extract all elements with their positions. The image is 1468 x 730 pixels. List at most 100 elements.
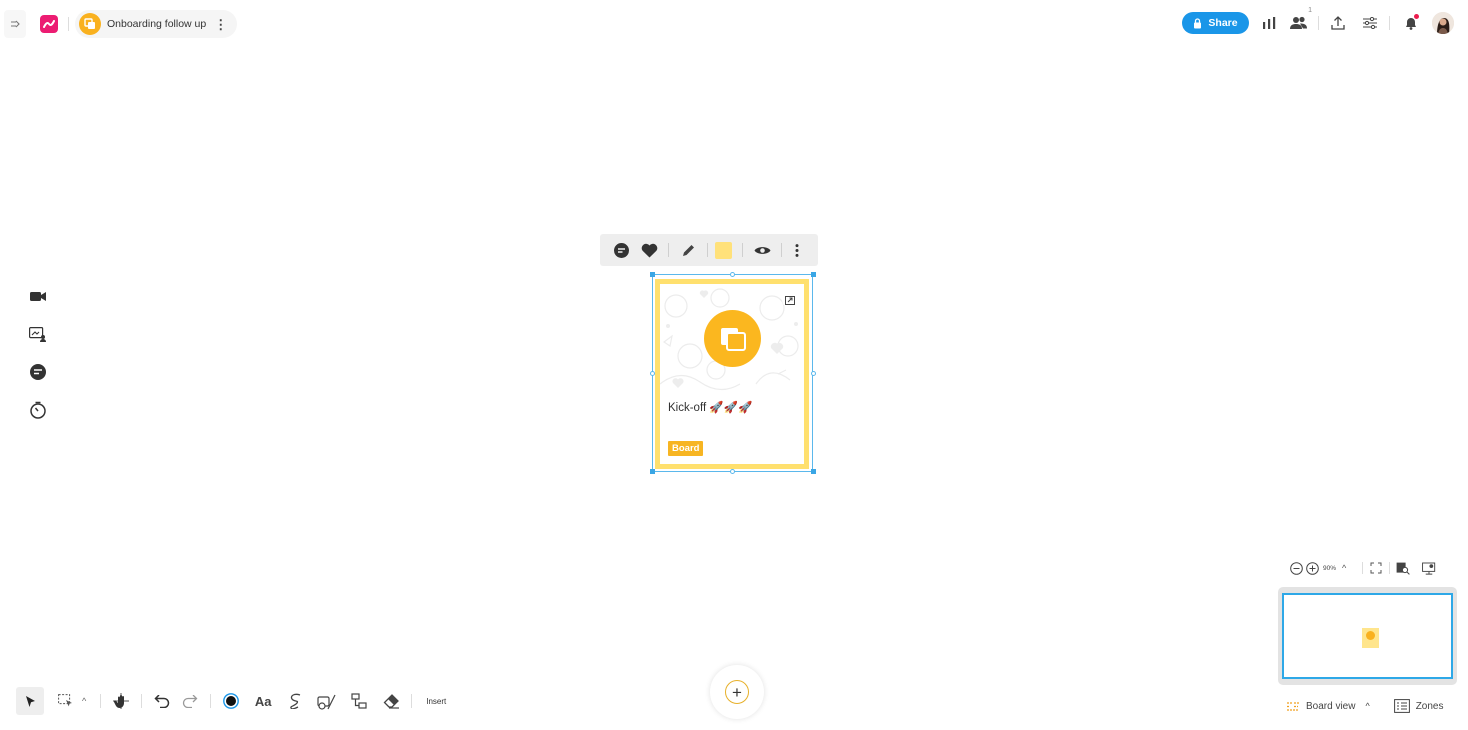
connector-tool[interactable] bbox=[345, 687, 373, 715]
export-icon[interactable] bbox=[1329, 13, 1347, 33]
redo-icon bbox=[183, 694, 198, 708]
divider bbox=[1389, 562, 1391, 574]
zoom-level[interactable]: 90% bbox=[1323, 565, 1336, 572]
divider bbox=[1318, 16, 1319, 30]
board-view-caret[interactable]: ^ bbox=[1365, 701, 1369, 711]
undo-icon bbox=[154, 694, 170, 708]
board-more-icon[interactable]: ⋮ bbox=[214, 18, 227, 31]
insert-button[interactable]: Insert bbox=[426, 697, 446, 706]
divider bbox=[210, 694, 212, 708]
heart-icon[interactable] bbox=[640, 241, 658, 259]
resize-handle[interactable] bbox=[811, 272, 816, 277]
select-options-caret[interactable]: ^ bbox=[82, 696, 86, 706]
minimap-viewport[interactable] bbox=[1282, 593, 1453, 679]
divider bbox=[411, 694, 413, 708]
bottom-toolbar: ^ Aa Insert bbox=[16, 687, 446, 715]
resize-handle[interactable] bbox=[730, 272, 735, 277]
divider bbox=[668, 243, 669, 257]
board-view-button[interactable]: Board view bbox=[1306, 701, 1355, 712]
settings-sliders-icon[interactable] bbox=[1361, 13, 1379, 33]
undo-button[interactable] bbox=[148, 687, 176, 715]
share-label: Share bbox=[1208, 17, 1238, 29]
redo-button[interactable] bbox=[176, 687, 204, 715]
connector-icon bbox=[351, 693, 367, 709]
avatar[interactable] bbox=[1432, 12, 1454, 34]
minimap-card-icon bbox=[1366, 631, 1375, 640]
resize-handle[interactable] bbox=[811, 371, 816, 376]
notification-dot bbox=[1414, 14, 1419, 19]
analytics-icon[interactable] bbox=[1260, 13, 1278, 33]
pointer-icon bbox=[25, 695, 35, 707]
board-card[interactable]: Kick-off 🚀🚀🚀 Board bbox=[655, 279, 809, 469]
video-call-icon[interactable] bbox=[28, 287, 48, 305]
divider bbox=[742, 243, 743, 257]
screen-share-icon[interactable] bbox=[28, 325, 48, 343]
divider bbox=[707, 243, 708, 257]
text-tool-label: Aa bbox=[254, 693, 272, 709]
color-swatch-fill bbox=[714, 241, 732, 259]
marquee-select-tool[interactable] bbox=[52, 687, 80, 715]
divider bbox=[68, 17, 69, 31]
zoom-out-icon[interactable] bbox=[1289, 561, 1303, 575]
top-right-bar: Share 1 bbox=[1182, 7, 1454, 35]
find-icon[interactable] bbox=[1396, 561, 1411, 575]
board-type-icon bbox=[704, 310, 761, 367]
chat-icon[interactable] bbox=[28, 363, 48, 381]
board-view-icon bbox=[1287, 701, 1299, 711]
app-logo-icon[interactable] bbox=[40, 15, 58, 33]
eraser-icon bbox=[383, 693, 399, 709]
fit-to-screen-icon[interactable] bbox=[1369, 561, 1383, 575]
zones-icon bbox=[1393, 699, 1410, 713]
color-picker-tool[interactable] bbox=[217, 687, 245, 715]
eye-icon[interactable] bbox=[753, 241, 771, 259]
select-tool[interactable] bbox=[16, 687, 44, 715]
minimap[interactable] bbox=[1278, 587, 1457, 685]
divider bbox=[141, 694, 143, 708]
presentation-icon[interactable] bbox=[1422, 561, 1436, 575]
divider bbox=[1362, 562, 1364, 574]
zones-button[interactable]: Zones bbox=[1416, 701, 1444, 712]
lock-icon bbox=[1194, 17, 1202, 28]
card-title: Kick-off 🚀🚀🚀 bbox=[668, 402, 753, 414]
shapes-tool[interactable] bbox=[313, 687, 341, 715]
collaborators-icon[interactable]: 1 bbox=[1290, 7, 1312, 33]
zoom-controls: 90% ^ bbox=[1289, 560, 1436, 576]
pen-scribble-icon bbox=[290, 693, 301, 709]
resize-handle[interactable] bbox=[650, 272, 655, 277]
comment-icon[interactable] bbox=[612, 241, 630, 259]
notifications-bell-icon[interactable] bbox=[1402, 13, 1420, 33]
collaborators-count: 1 bbox=[1308, 7, 1312, 14]
plus-icon: + bbox=[725, 680, 749, 704]
pencil-icon[interactable] bbox=[679, 241, 697, 259]
board-icon bbox=[79, 13, 101, 35]
color-swatch[interactable] bbox=[714, 241, 732, 259]
expand-icon[interactable] bbox=[782, 292, 798, 308]
left-toolbar bbox=[28, 287, 48, 439]
resize-handle[interactable] bbox=[811, 469, 816, 474]
element-toolbar bbox=[600, 234, 818, 266]
board-title: Onboarding follow up bbox=[107, 18, 207, 30]
text-tool[interactable]: Aa bbox=[249, 687, 277, 715]
timer-icon[interactable] bbox=[28, 401, 48, 419]
expand-sidebar-icon[interactable] bbox=[4, 10, 26, 38]
shapes-icon bbox=[317, 694, 336, 710]
marquee-select-icon bbox=[58, 694, 72, 707]
divider bbox=[1389, 16, 1390, 30]
pen-tool[interactable] bbox=[281, 687, 309, 715]
eraser-tool[interactable] bbox=[377, 687, 405, 715]
share-button[interactable]: Share bbox=[1182, 12, 1249, 34]
resize-handle[interactable] bbox=[730, 469, 735, 474]
divider bbox=[100, 694, 102, 708]
add-button[interactable]: + bbox=[710, 665, 764, 719]
more-vertical-icon[interactable] bbox=[788, 241, 806, 259]
resize-handle[interactable] bbox=[650, 469, 655, 474]
zoom-options-caret[interactable]: ^ bbox=[1342, 563, 1346, 573]
board-title-pill[interactable]: Onboarding follow up ⋮ bbox=[75, 10, 238, 38]
view-controls: Board view ^ Zones bbox=[1286, 697, 1444, 715]
top-left-bar: Onboarding follow up ⋮ bbox=[4, 10, 238, 38]
card-type-badge: Board bbox=[668, 441, 704, 456]
pan-tool[interactable] bbox=[107, 687, 135, 715]
zoom-in-icon[interactable] bbox=[1305, 561, 1319, 575]
color-dot-icon bbox=[223, 693, 240, 709]
divider bbox=[781, 243, 782, 257]
